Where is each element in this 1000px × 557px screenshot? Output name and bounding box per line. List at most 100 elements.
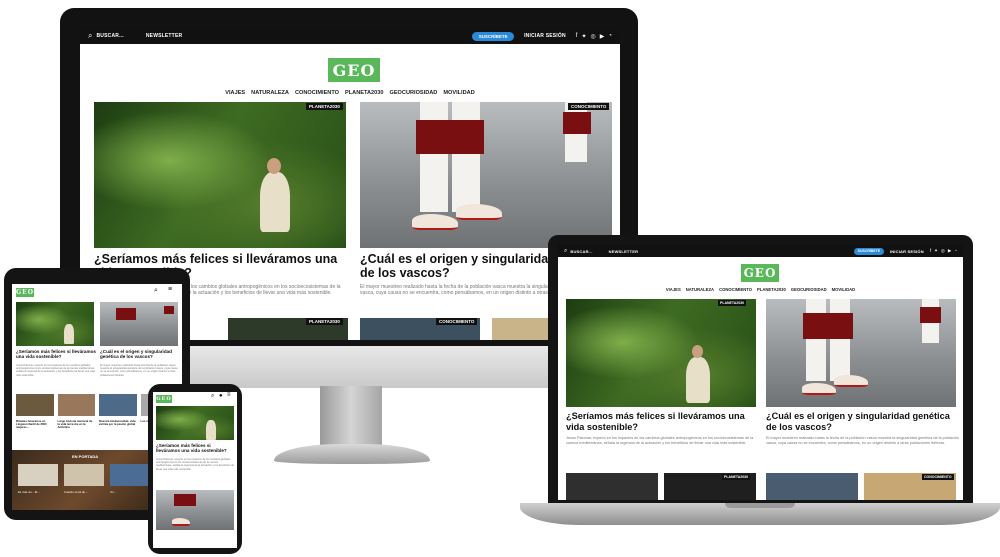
news-caption[interactable]: Rituales funerarios en Lingwa infantil d… [16,419,54,429]
article-image-dancers[interactable] [100,302,178,346]
article-headline[interactable]: ¿Cuál es el origen y singularidad genéti… [766,411,960,432]
article-headline[interactable]: ¿Cuál es el origen y singularidad genéti… [100,349,180,360]
newsletter-link[interactable]: NEWSLETTER [146,33,182,39]
search-icon[interactable]: ⌕ [564,248,567,255]
nav-item-conocimiento[interactable]: CONOCIMIENTO [719,287,752,292]
search-icon[interactable]: ⌕ [154,287,158,295]
article-image-forest[interactable] [16,302,94,346]
facebook-icon[interactable]: f [576,33,578,40]
news-card[interactable] [57,394,95,416]
article-lede: Jesús Palomar, experto en los impactos d… [156,458,234,471]
article-image-dancers[interactable] [360,102,612,248]
thumb-tag[interactable]: CONOCIMIENTO [436,318,478,325]
man-figure [260,172,290,232]
nav-item-geocuriosidad[interactable]: GEOCURIOSIDAD [389,90,437,96]
nav-item-viajes[interactable]: VIAJES [225,90,245,96]
news-caption[interactable]: Nuestra biodiversidad, vida extinta por … [99,419,137,429]
article-tag[interactable]: PLANETA2030 [718,300,747,306]
news-card[interactable] [99,394,137,416]
article-headline[interactable]: ¿Seríamos más felices si lleváramos una … [566,411,760,432]
article-tag[interactable]: PLANETA2030 [306,103,343,110]
nav-item-movilidad[interactable]: MOVILIDAD [443,90,474,96]
login-link[interactable]: INICIAR SESIÓN [890,249,924,254]
menu-icon[interactable]: ≡ [227,392,231,398]
red-garter [116,308,136,320]
red-garter [174,494,196,506]
newsletter-link[interactable]: NEWSLETTER [609,249,639,254]
thumb-card[interactable] [566,473,658,500]
featured-card[interactable] [64,464,104,486]
monitor-stand [320,386,382,446]
thumb-tag[interactable]: CONOCIMIENTO [922,474,954,480]
featured-caption[interactable]: Es más vio... El ... [18,490,58,494]
instagram-icon[interactable]: ◎ [941,248,945,254]
red-garter [416,120,484,154]
youtube-icon[interactable]: ▶ [948,248,951,254]
man-figure [64,324,74,344]
search-label[interactable]: BUSCAR... [570,249,592,254]
youtube-icon[interactable]: ▶ [600,33,605,40]
site-logo[interactable]: GEO [741,264,779,282]
dancer-shoe [456,204,502,220]
menu-icon[interactable]: ≡ [168,286,172,293]
monitor-stand-base [274,444,430,464]
featured-card[interactable] [18,464,58,486]
login-link[interactable]: INICIAR SESIÓN [524,33,566,39]
laptop-screen: ⌕ BUSCAR... NEWSLETTER SUSCRÍBETE INICIA… [558,245,963,500]
instagram-icon[interactable]: ◎ [591,33,596,40]
article-image-forest[interactable] [566,299,756,407]
featured-card[interactable] [110,464,150,486]
red-garter [164,306,174,314]
search-icon[interactable]: ⌕ [211,393,214,400]
section-label: EN PORTADA [72,454,99,459]
site-logo[interactable]: GEO [156,395,172,403]
article-lede: Jesús Palomar, experto en los impactos d… [16,364,95,377]
rss-icon[interactable]: ◔ [608,33,612,40]
news-card[interactable] [16,394,54,416]
nav-item-movilidad[interactable]: MOVILIDAD [832,287,856,292]
dancer-leg [452,102,480,212]
man-head [692,345,703,358]
user-icon[interactable]: ● [219,393,223,399]
article-tag[interactable]: CONOCIMIENTO [568,103,610,110]
article-image-dancers[interactable] [766,299,956,407]
thumb-tag[interactable]: PLANETA2030 [722,474,751,480]
twitter-icon[interactable]: ✦ [581,33,586,40]
featured-caption[interactable]: Un... [110,490,150,494]
facebook-icon[interactable]: f [930,248,931,254]
nav-item-naturaleza[interactable]: NATURALEZA [686,287,714,292]
search-label[interactable]: BUSCAR... [96,33,123,39]
twitter-icon[interactable]: ✦ [934,248,938,254]
nav-item-viajes[interactable]: VIAJES [666,287,681,292]
nav-item-planeta2030[interactable]: PLANETA2030 [757,287,786,292]
nav-item-conocimiento[interactable]: CONOCIMIENTO [295,90,339,96]
article-headline[interactable]: ¿Seríamos más felices si lleváramos una … [16,349,96,360]
news-caption[interactable]: Largo historia mariscal de la vida terre… [58,419,96,429]
subscribe-button[interactable]: SUSCRÍBETE [853,247,884,255]
thumb-card[interactable] [766,473,858,500]
dancer-leg [830,299,850,381]
nav-item-planeta2030[interactable]: PLANETA2030 [345,90,383,96]
article-image-forest[interactable] [94,102,346,248]
dancer-shoe [172,518,190,526]
dancer-shoe [802,383,836,395]
social-icons: f ✦ ◎ ▶ ◔ [930,248,957,254]
subscribe-button[interactable]: SUSCRÍBETE [472,31,515,41]
man-head [267,158,281,174]
article-image-forest[interactable] [156,406,234,440]
thumb-tag[interactable]: PLANETA2030 [306,318,343,325]
nav-item-geocuriosidad[interactable]: GEOCURIOSIDAD [791,287,827,292]
site-logo[interactable]: GEO [328,58,380,82]
laptop-notch [725,503,795,508]
nav-item-naturaleza[interactable]: NATURALEZA [251,90,289,96]
rss-icon[interactable]: ◔ [954,248,957,254]
top-bar: ⌕ BUSCAR... NEWSLETTER SUSCRÍBETE INICIA… [80,28,620,44]
search-icon[interactable]: ⌕ [88,31,92,41]
article-image-dancers[interactable] [156,490,234,530]
phone-screen: GEO ⌕ ● ≡ ¿Seríamos más felices si llevá… [153,392,237,548]
article-headline[interactable]: ¿Seríamos más felices si lleváramos una … [156,443,234,454]
red-garter [920,307,941,323]
red-garter [803,313,853,339]
featured-caption[interactable]: Cuando el sol de ... [64,490,104,494]
site-logo[interactable]: GEO [16,288,34,297]
